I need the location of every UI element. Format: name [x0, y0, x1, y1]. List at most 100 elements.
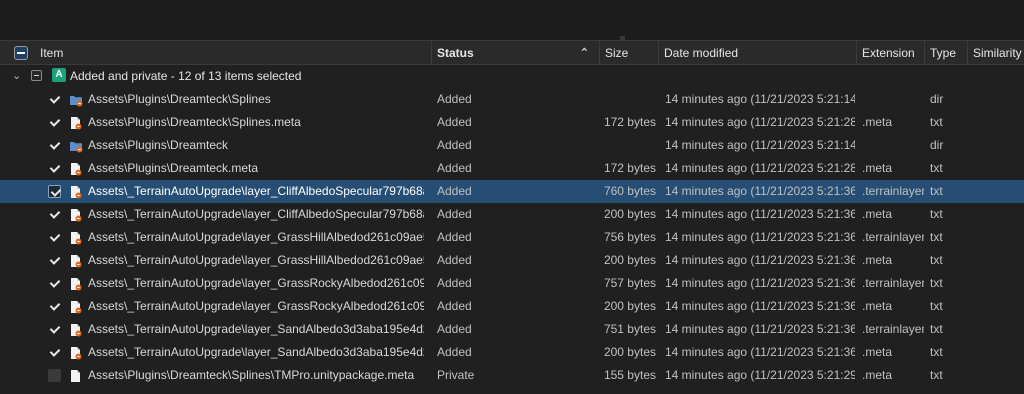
column-status[interactable]: Status ⌃ [432, 41, 600, 65]
item-size: 757 bytes [603, 276, 656, 290]
row-checkbox[interactable] [48, 277, 61, 290]
item-extension: .meta [862, 299, 893, 313]
item-size: 172 bytes [603, 161, 656, 175]
row-checkbox[interactable] [48, 231, 61, 244]
item-date-modified: 14 minutes ago (11/21/2023 5:21:14 PM) [665, 92, 855, 106]
item-date-modified: 14 minutes ago (11/21/2023 5:21:36 PM) [665, 253, 855, 267]
item-extension: .terrainlayer [862, 184, 924, 198]
table-row[interactable]: Assets\Plugins\Dreamteck\Splines Added 14 … [0, 88, 1024, 111]
item-extension: .meta [862, 207, 893, 221]
item-date-modified: 14 minutes ago (11/21/2023 5:21:28 PM) [665, 115, 855, 129]
item-type: txt [930, 161, 943, 175]
column-item[interactable]: Item [0, 41, 432, 65]
item-size: 756 bytes [603, 230, 656, 244]
item-status: Added [437, 138, 472, 152]
item-status: Added [437, 115, 472, 129]
item-date-modified: 14 minutes ago (11/21/2023 5:21:36 PM) [665, 207, 855, 221]
item-status: Added [437, 345, 472, 359]
row-checkbox[interactable] [48, 139, 61, 152]
table-row[interactable]: Assets\Plugins\Dreamteck\Splines.meta Add… [0, 111, 1024, 134]
item-date-modified: 14 minutes ago (11/21/2023 5:21:36 PM) [665, 345, 855, 359]
item-type: dir [930, 92, 944, 106]
item-date-modified: 14 minutes ago (11/21/2023 5:21:36 PM) [665, 230, 855, 244]
row-checkbox[interactable] [48, 185, 61, 198]
item-size: 751 bytes [603, 322, 656, 336]
top-bar [0, 0, 1024, 40]
file-icon [69, 322, 83, 337]
row-checkbox[interactable] [48, 323, 61, 336]
column-type-label: Type [930, 46, 957, 60]
row-checkbox[interactable] [48, 208, 61, 221]
table-row[interactable]: Assets\_TerrainAutoUpgrade\layer_CliffAl… [0, 180, 1024, 203]
item-size: 760 bytes [603, 184, 656, 198]
table-row[interactable]: Assets\Plugins\Dreamteck Added 14 minutes … [0, 134, 1024, 157]
item-size: 200 bytes [603, 345, 656, 359]
item-extension: .meta [862, 115, 893, 129]
item-path: Assets\_TerrainAutoUpgrade\layer_CliffAl… [88, 184, 424, 198]
table-row[interactable]: Assets\Plugins\Dreamteck\Splines\TMPro.u… [0, 364, 1024, 387]
item-status: Added [437, 299, 472, 313]
column-extension[interactable]: Extension [857, 41, 925, 65]
item-date-modified: 14 minutes ago (11/21/2023 5:21:14 PM) [665, 138, 855, 152]
item-date-modified: 14 minutes ago (11/21/2023 5:21:36 PM) [665, 184, 855, 198]
column-status-label: Status [437, 46, 474, 60]
chevron-down-icon[interactable]: ⌄ [12, 69, 21, 82]
table-row[interactable]: Assets\_TerrainAutoUpgrade\layer_GrassHi… [0, 249, 1024, 272]
table-row[interactable]: Assets\Plugins\Dreamteck.meta Added 172 by… [0, 157, 1024, 180]
column-header: Item Status ⌃ Size Date modified Extensio… [0, 40, 1024, 65]
row-checkbox[interactable] [48, 369, 61, 382]
file-icon [69, 184, 83, 199]
group-header[interactable]: ⌄ A Added and private - 12 of 13 items s… [0, 66, 1024, 86]
file-icon [69, 230, 83, 245]
item-status: Added [437, 161, 472, 175]
item-path: Assets\_TerrainAutoUpgrade\layer_SandAlb… [88, 345, 424, 359]
file-icon [69, 299, 83, 314]
column-similarity-label: Similarity [973, 46, 1022, 60]
item-path: Assets\Plugins\Dreamteck\Splines [88, 92, 271, 106]
item-status: Added [437, 184, 472, 198]
file-icon [69, 276, 83, 291]
item-type: dir [930, 138, 944, 152]
column-type[interactable]: Type [925, 41, 968, 65]
item-type: txt [930, 299, 943, 313]
column-size[interactable]: Size [600, 41, 659, 65]
item-extension: .meta [862, 161, 893, 175]
row-checkbox[interactable] [48, 346, 61, 359]
column-date-modified[interactable]: Date modified [659, 41, 857, 65]
file-icon [69, 161, 83, 176]
item-status: Added [437, 276, 472, 290]
item-type: txt [930, 253, 943, 267]
group-checkbox[interactable] [31, 70, 42, 81]
table-row[interactable]: Assets\_TerrainAutoUpgrade\layer_SandAlb… [0, 318, 1024, 341]
item-path: Assets\_TerrainAutoUpgrade\layer_GrassRo… [88, 299, 424, 313]
column-similarity[interactable]: Similarity [968, 41, 1024, 65]
item-type: txt [930, 368, 943, 382]
item-date-modified: 14 minutes ago (11/21/2023 5:21:28 PM) [665, 161, 855, 175]
item-path: Assets\Plugins\Dreamteck\Splines.meta [88, 115, 301, 129]
item-type: txt [930, 230, 943, 244]
table-row[interactable]: Assets\_TerrainAutoUpgrade\layer_SandAlb… [0, 341, 1024, 364]
item-status: Added [437, 92, 472, 106]
row-checkbox[interactable] [48, 300, 61, 313]
item-size: 155 bytes [603, 368, 656, 382]
select-all-checkbox[interactable] [14, 46, 28, 60]
file-icon [69, 368, 83, 382]
file-icon [69, 345, 83, 360]
table-row[interactable]: Assets\_TerrainAutoUpgrade\layer_GrassHi… [0, 226, 1024, 249]
row-checkbox[interactable] [48, 93, 61, 106]
sort-ascending-icon: ⌃ [579, 47, 589, 59]
added-badge-icon: A [52, 68, 66, 82]
item-date-modified: 14 minutes ago (11/21/2023 5:21:36 PM) [665, 276, 855, 290]
table-row[interactable]: Assets\_TerrainAutoUpgrade\layer_CliffAl… [0, 203, 1024, 226]
item-extension: .terrainlayer [862, 322, 924, 336]
item-size: 200 bytes [603, 299, 656, 313]
table-row[interactable]: Assets\_TerrainAutoUpgrade\layer_GrassRo… [0, 272, 1024, 295]
row-checkbox[interactable] [48, 162, 61, 175]
item-status: Private [437, 368, 475, 382]
row-checkbox[interactable] [48, 254, 61, 267]
item-path: Assets\_TerrainAutoUpgrade\layer_SandAlb… [88, 322, 424, 336]
item-type: txt [930, 345, 943, 359]
item-path: Assets\_TerrainAutoUpgrade\layer_GrassHi… [88, 230, 424, 244]
row-checkbox[interactable] [48, 116, 61, 129]
table-row[interactable]: Assets\_TerrainAutoUpgrade\layer_GrassRo… [0, 295, 1024, 318]
